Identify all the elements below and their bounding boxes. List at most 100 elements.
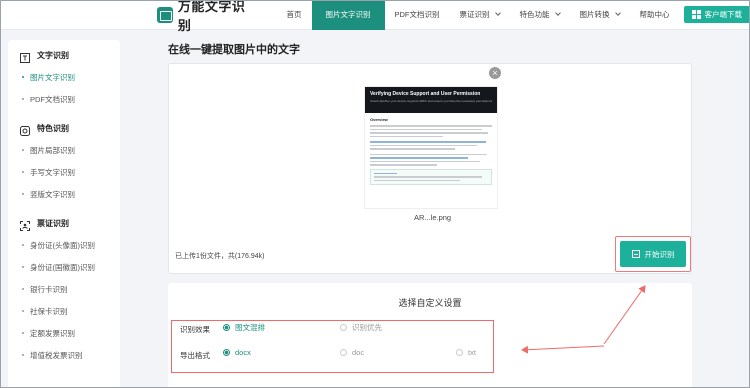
client-download-button[interactable]: 客户端下载 (683, 6, 750, 23)
sidebar-item-label: 身份证(国徽面)识别 (30, 262, 95, 272)
nav-item-6[interactable]: 帮助中心 (630, 0, 680, 30)
logo-text: 万能文字识别 (177, 0, 246, 33)
sidebar-section-title: 票证识别 (37, 218, 69, 228)
settings-highlight-box (171, 320, 494, 373)
preview-subheading: Check whether your device supports ARKit… (370, 99, 492, 103)
nav-item-label: 首页 (286, 10, 302, 19)
bullet-icon (22, 98, 24, 100)
close-icon: × (492, 68, 498, 78)
logo-icon (157, 6, 173, 23)
chevron-down-icon (554, 10, 561, 16)
radio-icon (223, 349, 230, 356)
sidebar-item-label: 增值税发票识别 (30, 350, 83, 360)
sidebar-item[interactable]: 竖版文字识别 (8, 183, 120, 205)
sidebar-item[interactable]: 手写文字识别 (8, 161, 120, 183)
effect-label: 识别效果 (180, 325, 210, 334)
bullet-icon (22, 193, 24, 195)
main-nav: 首页 图片文字识别 PDF文档识别 票证识别 特色功能 图片转换 帮助中心 (277, 0, 680, 30)
nav-item-label: 特色功能 (519, 10, 550, 19)
nav-item-label: 图片文字识别 (325, 10, 371, 19)
nav-item-label: 图片转换 (579, 10, 610, 19)
sidebar: 文字识别图片文字识别 PDF文档识别 特色识别图片局部识别 手写文字识别 竖版文字识别票… (8, 40, 120, 388)
sidebar-item-label: 身份证(头像面)识别 (30, 240, 95, 250)
start-recognition-highlight: 开始识别 (615, 236, 691, 272)
sidebar-item[interactable]: 社保卡识别 (8, 300, 120, 322)
sidebar-section-title: 特色识别 (37, 123, 69, 133)
format-option-txt[interactable]: txt (456, 348, 476, 357)
sidebar-item-label: 竖版文字识别 (30, 189, 75, 199)
upload-info: 已上传1份文件，共(176.94k) (175, 253, 265, 260)
sidebar-item-label: PDF文档识别 (30, 94, 75, 104)
radio-icon (223, 324, 230, 331)
sidebar-item[interactable]: 图片局部识别 (8, 139, 120, 161)
sidebar-item[interactable]: 图片文字识别 (8, 66, 120, 88)
sidebar-section-0: 文字识别 (8, 44, 120, 66)
sidebar-section-2: 票证识别 (8, 212, 120, 234)
bullet-icon (22, 244, 24, 246)
sidebar-item[interactable]: 定额发票识别 (8, 322, 120, 344)
nav-item-4[interactable]: 特色功能 (510, 0, 570, 30)
sidebar-item[interactable]: PDF文档识别 (8, 88, 120, 110)
nav-item-2[interactable]: PDF文档识别 (385, 0, 450, 30)
sidebar-item-label: 图片局部识别 (30, 145, 75, 155)
bullet-icon (22, 76, 24, 78)
nav-item-3[interactable]: 票证识别 (450, 0, 510, 30)
chevron-down-icon (494, 10, 501, 16)
file-name: AR...le.png (414, 213, 452, 222)
preview-body: Overview (365, 113, 497, 189)
nav-item-1[interactable]: 图片文字识别 (311, 0, 385, 30)
page-title: 在线一键提取图片中的文字 (168, 44, 300, 56)
nav-item-label: 帮助中心 (639, 10, 670, 19)
sidebar-item[interactable]: 身份证(国徽面)识别 (8, 256, 120, 278)
image-preview[interactable]: Verifying Device Support and User Permis… (364, 86, 498, 209)
sidebar-item-label: 定额发票识别 (30, 328, 75, 338)
feature-icon (20, 123, 30, 136)
sidebar-item[interactable]: 银行卡识别 (8, 278, 120, 300)
sidebar-item-label: 银行卡识别 (30, 284, 68, 294)
id-card-icon (20, 218, 30, 231)
format-option-docx[interactable]: docx (223, 348, 251, 357)
preview-header: Verifying Device Support and User Permis… (365, 87, 497, 113)
format-label: 导出格式 (180, 351, 210, 360)
preview-heading: Verifying Device Support and User Permis… (370, 91, 481, 97)
chevron-down-icon (614, 10, 621, 16)
scan-icon (631, 250, 640, 258)
radio-icon (340, 349, 347, 356)
preview-note (370, 168, 492, 185)
sidebar-item-label: 社保卡识别 (30, 306, 68, 316)
sidebar-item[interactable]: 身份证(头像面)识别 (8, 234, 120, 256)
sidebar-item-label: 手写文字识别 (30, 167, 75, 177)
nav-item-5[interactable]: 图片转换 (570, 0, 630, 30)
format-option-doc[interactable]: doc (340, 348, 364, 357)
preview-section: Overview (370, 117, 388, 122)
text-recognition-icon (20, 50, 30, 63)
radio-icon (340, 324, 347, 331)
start-recognition-button[interactable]: 开始识别 (620, 241, 686, 267)
sidebar-item-label: 图片文字识别 (30, 72, 75, 82)
sidebar-section-title: 文字识别 (37, 50, 69, 60)
effect-option-priority[interactable]: 识别优先 (340, 322, 382, 333)
bullet-icon (22, 171, 24, 173)
client-download-label: 客户端下载 (704, 10, 743, 19)
nav-item-0[interactable]: 首页 (277, 0, 312, 30)
sidebar-item[interactable]: 增值税发票识别 (8, 344, 120, 366)
bullet-icon (22, 288, 24, 290)
bullet-icon (22, 310, 24, 312)
top-navbar: 万能文字识别 首页 图片文字识别 PDF文档识别 票证识别 特色功能 图片转换 帮助中心 客… (0, 0, 750, 33)
bullet-icon (22, 332, 24, 334)
settings-card: 选择自定义设置 识别效果 导出格式 图文混排 识别优先 docx doc txt (168, 283, 692, 388)
effect-option-mixed[interactable]: 图文混排 (223, 322, 265, 333)
sidebar-section-1: 特色识别 (8, 117, 120, 139)
start-recognition-label: 开始识别 (644, 249, 675, 259)
upload-card: × Verifying Device Support and User Perm… (168, 63, 692, 274)
logo[interactable]: 万能文字识别 (157, 0, 259, 34)
bullet-icon (22, 149, 24, 151)
radio-icon (456, 349, 463, 356)
nav-item-label: PDF文档识别 (394, 10, 440, 19)
windows-icon (691, 10, 701, 19)
settings-title: 选择自定义设置 (398, 298, 462, 308)
nav-item-label: 票证识别 (459, 10, 490, 19)
bullet-icon (22, 354, 24, 356)
bullet-icon (22, 266, 24, 268)
remove-file-button[interactable]: × (489, 67, 501, 79)
